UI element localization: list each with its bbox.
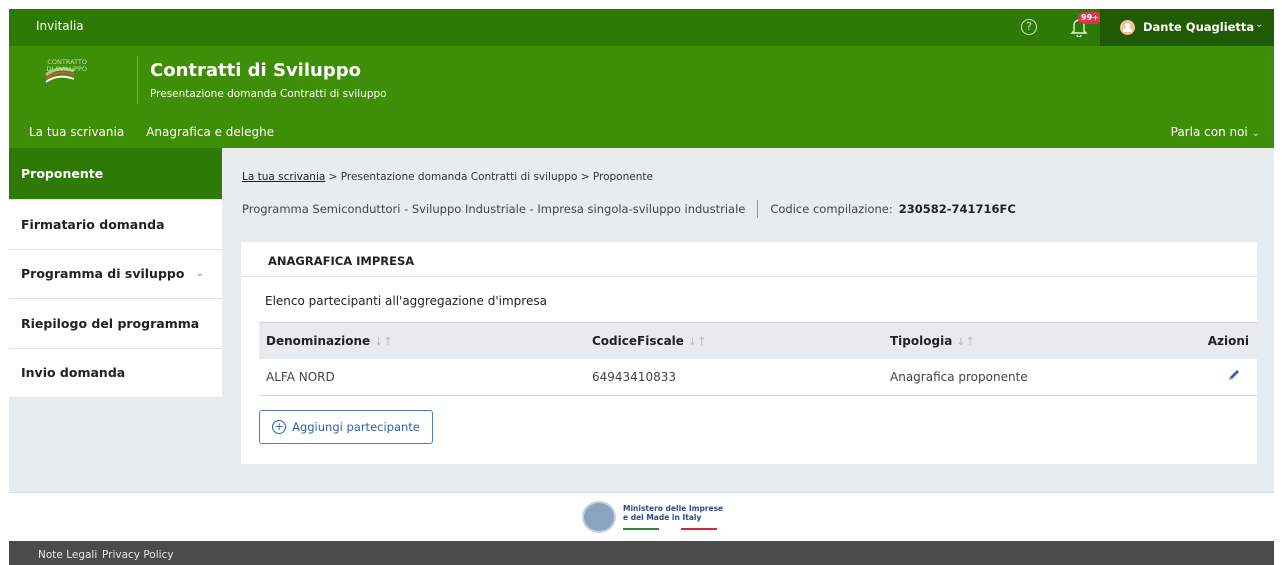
- flag-stripe-green: [623, 528, 659, 530]
- column-header-label: Denominazione: [266, 333, 371, 348]
- column-header-denominazione[interactable]: Denominazione ↓↑: [259, 322, 585, 359]
- brand-link[interactable]: Invitalia: [36, 19, 84, 33]
- table-row: ALFA NORD 64943410833 Anagrafica propone…: [259, 358, 1257, 396]
- sidebar-item-firmatario[interactable]: Firmatario domanda: [9, 200, 222, 250]
- edit-icon[interactable]: [1227, 368, 1241, 382]
- code-label: Codice compilazione:: [770, 202, 893, 216]
- cell-tipologia: Anagrafica proponente: [883, 358, 1193, 396]
- card-divider: [241, 276, 1257, 277]
- plus-circle-icon: +: [272, 420, 287, 434]
- sidebar-item-label: Proponente: [21, 166, 104, 181]
- cell-denominazione: ALFA NORD: [259, 358, 585, 396]
- sort-icon: ↓↑: [687, 334, 707, 348]
- column-header-label: Tipologia: [890, 333, 953, 348]
- add-participant-label: Aggiungi partecipante: [292, 420, 420, 434]
- user-name: Dante Quaglietta: [1143, 20, 1255, 34]
- anagrafica-card: ANAGRAFICA IMPRESA Elenco partecipanti a…: [241, 242, 1257, 464]
- add-participant-button[interactable]: + Aggiungi partecipante: [259, 410, 433, 444]
- chevron-down-icon: ⌄: [1255, 19, 1264, 30]
- flag-stripe-red: [681, 528, 717, 530]
- nav-item-anagrafica[interactable]: Anagrafica e deleghe: [146, 125, 274, 139]
- ministry-line1: Ministero delle Imprese: [623, 504, 724, 513]
- breadcrumb: La tua scrivania > Presentazione domanda…: [242, 171, 653, 183]
- sort-icon: ↓↑: [956, 334, 975, 348]
- user-menu[interactable]: Dante Quaglietta ⌄: [1100, 9, 1274, 46]
- help-icon[interactable]: ?: [1021, 19, 1037, 35]
- header-divider: [137, 56, 138, 104]
- chevron-down-icon: ⌄: [195, 268, 204, 280]
- app-subtitle: Presentazione domanda Contratti di svilu…: [150, 88, 387, 100]
- main-nav: La tua scrivania Anagrafica e deleghe: [29, 125, 274, 139]
- privacy-policy-link[interactable]: Privacy Policy: [102, 549, 174, 561]
- program-description: Programma Semiconduttori - Sviluppo Indu…: [242, 202, 746, 216]
- sidebar-item-programma[interactable]: Programma di sviluppo ⌄: [9, 249, 222, 299]
- app-header: CONTRATTO DI SVILUPPO Contratti di Svilu…: [9, 46, 1274, 148]
- sidebar-item-riepilogo[interactable]: Riepilogo del programma: [9, 299, 222, 349]
- list-title: Elenco partecipanti all'aggregazione d'i…: [265, 294, 547, 308]
- contact-menu-label: Parla con noi: [1170, 125, 1248, 139]
- sidebar-item-label: Firmatario domanda: [21, 216, 165, 232]
- notification-badge: 99+: [1078, 12, 1102, 24]
- top-bar: Invitalia ? 99+ Dante Quaglietta ⌄: [9, 9, 1274, 46]
- footer: Ministero delle Imprese e del Made in It…: [9, 492, 1274, 541]
- avatar: [1120, 20, 1135, 35]
- bottom-bar: Note Legali Privacy Policy: [9, 541, 1274, 565]
- cell-actions: [1193, 358, 1257, 396]
- sidebar: Proponente Firmatario domanda Programma …: [9, 148, 222, 398]
- cell-codicefiscale: 64943410833: [585, 358, 883, 396]
- table-header-row: Denominazione ↓↑ CodiceFiscale ↓↑ Tipologi…: [259, 322, 1257, 359]
- column-header-tipologia[interactable]: Tipologia ↓↑: [883, 322, 1193, 359]
- sort-icon: ↓↑: [374, 334, 393, 348]
- logo-text: CONTRATTO DI SVILUPPO: [46, 58, 88, 73]
- sidebar-item-label: Invio domanda: [21, 365, 126, 381]
- participants-table: Denominazione ↓↑ CodiceFiscale ↓↑ Tipologi…: [259, 322, 1257, 396]
- app-frame: Invitalia ? 99+ Dante Quaglietta ⌄ CONTR…: [9, 9, 1274, 565]
- sidebar-item-invio[interactable]: Invio domanda: [9, 348, 222, 398]
- app-title: Contratti di Sviluppo: [150, 60, 361, 81]
- code-value: 230582-741716FC: [898, 202, 1016, 216]
- ministry-emblem-icon: [582, 501, 616, 533]
- column-header-codicefiscale[interactable]: CodiceFiscale ↓↑: [585, 322, 883, 359]
- contact-menu[interactable]: Parla con noi ⌄: [1171, 125, 1260, 139]
- ministry-line2: e del Made in Italy: [623, 513, 702, 522]
- ministry-name: Ministero delle Imprese e del Made in It…: [623, 504, 723, 522]
- column-header-label: CodiceFiscale: [592, 333, 684, 348]
- card-title: ANAGRAFICA IMPRESA: [268, 254, 415, 268]
- column-header-azioni: Azioni: [1193, 322, 1257, 359]
- note-legali-link[interactable]: Note Legali: [38, 549, 97, 561]
- breadcrumb-rest: > Presentazione domanda Contratti di svi…: [325, 171, 653, 183]
- program-info: Programma Semiconduttori - Sviluppo Indu…: [242, 200, 1016, 218]
- sidebar-item-label: Riepilogo del programma: [21, 315, 200, 331]
- sidebar-item-label: Programma di sviluppo: [21, 266, 185, 282]
- sidebar-item-proponente[interactable]: Proponente: [9, 148, 222, 200]
- nav-item-scrivania[interactable]: La tua scrivania: [29, 125, 124, 139]
- chevron-down-icon: ⌄: [1251, 128, 1260, 139]
- breadcrumb-link[interactable]: La tua scrivania: [242, 171, 325, 183]
- info-divider: [757, 200, 759, 218]
